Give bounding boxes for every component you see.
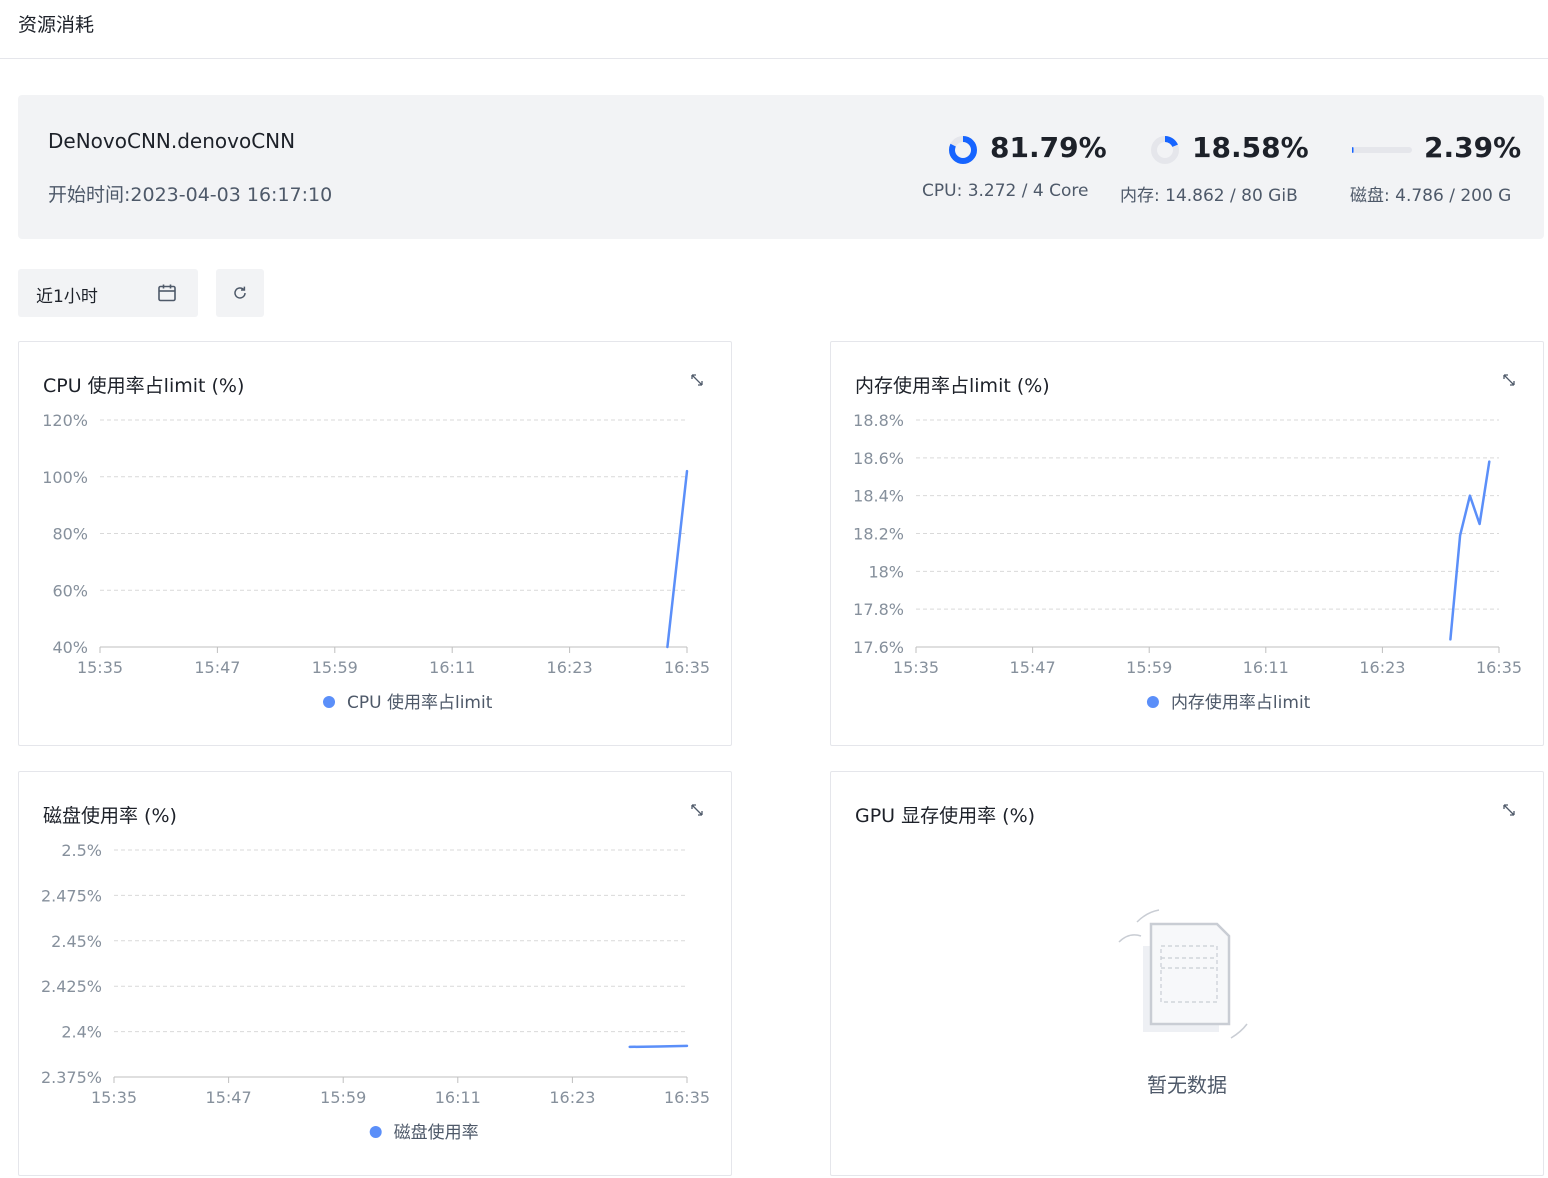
- y-tick-label: 2.45%: [51, 932, 102, 951]
- cpu-stat: 81.79% CPU: 3.272 / 4 Core: [914, 95, 1107, 239]
- y-tick-label: 18.6%: [853, 449, 904, 468]
- cpu-usage-detail: CPU: 3.272 / 4 Core: [922, 181, 1089, 201]
- memory-ring-icon: [1151, 136, 1179, 164]
- cpu-usage-value: 81.79%: [990, 131, 1107, 164]
- memory-usage-value: 18.58%: [1192, 131, 1309, 164]
- disk-bar-icon: [1352, 147, 1412, 153]
- x-tick-label: 16:23: [1359, 658, 1405, 677]
- calendar-icon: [158, 284, 176, 302]
- time-range-picker[interactable]: 近1小时: [18, 269, 198, 317]
- disk-stat: 2.39% 磁盘: 4.786 / 200 G: [1348, 95, 1538, 239]
- x-tick-label: 16:23: [549, 1088, 595, 1107]
- legend-marker: [1146, 696, 1159, 708]
- y-tick-label: 100%: [42, 468, 88, 487]
- x-tick-label: 15:59: [312, 658, 358, 677]
- series-line: [628, 1044, 689, 1049]
- refresh-button[interactable]: [216, 269, 264, 317]
- x-tick-label: 16:23: [547, 658, 593, 677]
- x-tick-label: 15:59: [1126, 658, 1172, 677]
- y-tick-label: 18.8%: [853, 411, 904, 430]
- x-tick-label: 16:11: [435, 1088, 481, 1107]
- legend-label: 内存使用率占limit: [1171, 692, 1311, 713]
- y-tick-label: 2.475%: [41, 886, 102, 905]
- page-header: 资源消耗: [0, 0, 1548, 59]
- x-tick-label: 15:47: [194, 658, 240, 677]
- x-tick-label: 15:59: [320, 1088, 366, 1107]
- y-tick-label: 18%: [868, 562, 904, 581]
- cpu-ring-icon: [949, 136, 977, 164]
- y-tick-label: 2.5%: [61, 841, 102, 860]
- x-tick-label: 15:35: [91, 1088, 137, 1107]
- series-line: [666, 469, 689, 649]
- x-tick-label: 15:47: [206, 1088, 252, 1107]
- time-range-label: 近1小时: [36, 287, 98, 307]
- y-tick-label: 18.2%: [853, 525, 904, 544]
- legend-label: CPU 使用率占limit: [347, 692, 493, 713]
- page-title: 资源消耗: [18, 14, 95, 36]
- x-tick-label: 16:35: [1476, 658, 1522, 677]
- y-tick-label: 17.6%: [853, 638, 904, 657]
- disk-usage-chart-card: 磁盘使用率 (%) 2.375% 2.4% 2.425% 2.45% 2.475% 2.5…: [18, 771, 732, 1176]
- memory-usage-chart: 17.6% 17.8% 18% 18.2% 18.4% 18.6% 18.8% 15:35 15…: [853, 411, 1522, 713]
- cpu-usage-chart: 40% 60% 80% 100% 120% 15:35 15:47 15:59 16:11 16:…: [42, 411, 710, 713]
- x-tick-label: 16:35: [664, 658, 710, 677]
- legend-marker: [323, 696, 336, 708]
- empty-state-text: 暂无数据: [1147, 1073, 1227, 1097]
- series-line: [1449, 460, 1491, 641]
- gpu-memory-chart-card: GPU 显存使用率 (%) 暂无数据: [830, 771, 1544, 1176]
- y-tick-label: 80%: [52, 525, 88, 544]
- summary-panel: DeNovoCNN.denovoCNN 开始时间:2023-04-03 16:1…: [18, 95, 1544, 239]
- disk-usage-detail: 磁盘: 4.786 / 200 G: [1350, 186, 1512, 206]
- x-tick-label: 15:35: [893, 658, 939, 677]
- x-tick-label: 16:11: [1243, 658, 1289, 677]
- legend-label: 磁盘使用率: [394, 1122, 479, 1143]
- y-tick-label: 2.375%: [41, 1068, 102, 1087]
- x-tick-label: 16:11: [429, 658, 475, 677]
- start-time: 开始时间:2023-04-03 16:17:10: [48, 184, 333, 206]
- empty-document-icon: [1118, 909, 1248, 1039]
- y-tick-label: 18.4%: [853, 487, 904, 506]
- x-tick-label: 16:35: [664, 1088, 710, 1107]
- cpu-usage-chart-card: CPU 使用率占limit (%) 40% 60% 80% 100% 120% 15:35…: [18, 341, 732, 746]
- y-tick-label: 17.8%: [853, 600, 904, 619]
- memory-stat: 18.58% 内存: 14.862 / 80 GiB: [1118, 95, 1318, 239]
- memory-usage-detail: 内存: 14.862 / 80 GiB: [1120, 186, 1298, 206]
- disk-usage-chart: 2.375% 2.4% 2.425% 2.45% 2.475% 2.5% 15:35 15:4…: [41, 841, 710, 1143]
- y-tick-label: 120%: [42, 411, 88, 430]
- empty-state: 暂无数据: [831, 772, 1543, 1175]
- x-tick-label: 15:35: [77, 658, 123, 677]
- job-name: DeNovoCNN.denovoCNN: [48, 129, 296, 153]
- refresh-icon: [234, 286, 246, 299]
- memory-usage-chart-card: 内存使用率占limit (%) 17.6% 17.8% 18% 18.2% 18.4% 1…: [830, 341, 1544, 746]
- y-tick-label: 60%: [52, 581, 88, 600]
- y-tick-label: 2.425%: [41, 977, 102, 996]
- disk-usage-value: 2.39%: [1424, 131, 1522, 164]
- y-tick-label: 40%: [52, 638, 88, 657]
- legend-marker: [369, 1126, 382, 1138]
- y-tick-label: 2.4%: [61, 1023, 102, 1042]
- x-tick-label: 15:47: [1010, 658, 1056, 677]
